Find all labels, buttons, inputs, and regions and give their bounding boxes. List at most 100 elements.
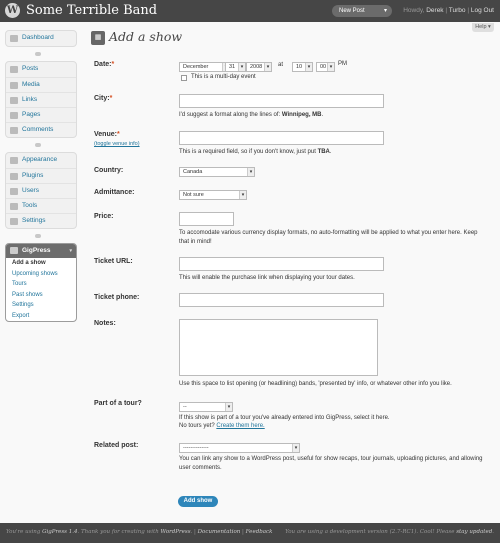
city-input[interactable] (179, 94, 384, 108)
admin-menu: Dashboard Posts Media Links Pages Commen… (5, 30, 77, 322)
divider: | (467, 7, 470, 14)
menu-item-media[interactable]: Media (6, 77, 76, 92)
plugins-icon (10, 173, 18, 180)
submenu-settings[interactable]: Settings (6, 300, 76, 311)
notes-help: Use this space to list opening (or headl… (179, 381, 452, 387)
menu-item-tools[interactable]: Tools (6, 198, 76, 213)
gigpress-icon (10, 247, 18, 254)
menu-item-label: GigPress (22, 247, 51, 254)
menu-item-label: Users (22, 187, 39, 194)
menu-separator (5, 52, 77, 56)
menu-item-label: Pages (22, 111, 41, 118)
chevron-down-icon: ▾ (327, 63, 334, 71)
menu-item-label: Comments (22, 126, 54, 133)
day-select[interactable]: 31 ▾ (225, 62, 246, 72)
notes-label: Notes: (94, 320, 116, 327)
menu-item-label: Dashboard (22, 34, 54, 41)
ticket-url-input[interactable] (179, 257, 384, 271)
menu-group-settings: Appearance Plugins Users Tools Settings (5, 152, 77, 229)
footer: You're using GigPress 1.4. Thank you for… (0, 523, 500, 543)
venue-input[interactable] (179, 131, 384, 145)
chevron-down-icon: ▾ (238, 63, 245, 71)
tour-label: Part of a tour? (94, 400, 142, 407)
appearance-icon (10, 157, 18, 164)
menu-item-settings[interactable]: Settings (6, 213, 76, 228)
menu-item-label: Plugins (22, 172, 44, 179)
stay-updated-link[interactable]: stay updated (456, 529, 492, 535)
submenu-add-show[interactable]: Add a show (6, 258, 76, 269)
admin-header: W Some Terrible Band New Post ▾ Howdy, D… (0, 0, 500, 22)
hour-select[interactable]: 10 ▾ (292, 62, 313, 72)
submenu-past-shows[interactable]: Past shows (6, 290, 76, 301)
comments-icon (10, 127, 18, 134)
feedback-link[interactable]: Feedback (246, 529, 273, 535)
admittance-select[interactable]: Not sure ▾ (179, 190, 247, 200)
menu-item-plugins[interactable]: Plugins (6, 168, 76, 183)
turbo-link[interactable]: Turbo (449, 7, 466, 14)
chevron-down-icon: ▾ (239, 191, 246, 199)
country-select[interactable]: Canada ▾ (179, 167, 255, 177)
submenu-tours[interactable]: Tours (6, 279, 76, 290)
chevron-down-icon: ▾ (292, 444, 299, 452)
site-title[interactable]: Some Terrible Band (26, 3, 157, 18)
menu-item-posts[interactable]: Posts (6, 62, 76, 77)
documentation-link[interactable]: Documentation (198, 529, 241, 535)
menu-item-users[interactable]: Users (6, 183, 76, 198)
menu-item-appearance[interactable]: Appearance (6, 153, 76, 168)
calendar-icon: ▦ (91, 31, 105, 45)
divider: | (445, 7, 448, 14)
related-post-help: You can link any show to a WordPress pos… (179, 456, 483, 471)
submenu-export[interactable]: Export (6, 311, 76, 322)
country-label: Country: (94, 167, 124, 174)
gigpress-link[interactable]: GigPress 1.4 (42, 529, 77, 535)
footer-thanks: You're using GigPress 1.4. Thank you for… (6, 529, 273, 535)
minute-select[interactable]: 00 ▾ (316, 62, 335, 72)
help-tab[interactable]: Help ▾ (472, 23, 494, 32)
tour-select[interactable]: -- ▾ (179, 402, 233, 412)
menu-item-comments[interactable]: Comments (6, 122, 76, 137)
menu-item-label: Posts (22, 65, 39, 72)
toggle-venue-info-link[interactable]: (toggle venue info) (94, 141, 140, 147)
menu-item-dashboard[interactable]: Dashboard (6, 31, 76, 46)
ticket-phone-label: Ticket phone: (94, 294, 140, 301)
chevron-down-icon: ▾ (264, 63, 271, 71)
tools-icon (10, 203, 18, 210)
ampm-label: PM (338, 61, 347, 67)
logout-link[interactable]: Log Out (471, 7, 494, 14)
wordpress-logo-icon: W (5, 3, 20, 18)
multiday-label: This is a multi-day event (191, 74, 256, 80)
chevron-down-icon[interactable]: ▾ (69, 244, 72, 258)
new-post-button[interactable]: New Post ▾ (332, 5, 392, 17)
chevron-down-icon[interactable]: ▾ (384, 5, 387, 17)
notes-textarea[interactable] (179, 319, 378, 376)
menu-group-gigpress: GigPress ▾ Add a show Upcoming shows Tou… (5, 243, 77, 322)
menu-item-label: Links (22, 96, 38, 103)
chevron-down-icon: ▾ (305, 63, 312, 71)
month-select[interactable]: December▾ (179, 62, 230, 72)
posts-icon (10, 66, 18, 73)
menu-item-label: Media (22, 81, 40, 88)
menu-item-links[interactable]: Links (6, 92, 76, 107)
menu-item-label: Appearance (22, 156, 58, 163)
menu-separator (5, 234, 77, 238)
menu-item-gigpress[interactable]: GigPress ▾ (6, 244, 76, 258)
pages-icon (10, 112, 18, 119)
menu-separator (5, 143, 77, 147)
submenu-upcoming-shows[interactable]: Upcoming shows (6, 269, 76, 280)
related-post-label: Related post: (94, 442, 139, 449)
at-label: at (278, 62, 284, 68)
add-show-button[interactable]: Add show (178, 496, 218, 507)
menu-group-content: Posts Media Links Pages Comments (5, 61, 77, 138)
chevron-down-icon: ▾ (225, 403, 232, 411)
menu-item-pages[interactable]: Pages (6, 107, 76, 122)
city-label: City:* (94, 95, 113, 102)
create-tours-link[interactable]: Create them here. (216, 423, 264, 429)
multiday-checkbox[interactable] (181, 75, 187, 81)
ticket-phone-input[interactable] (179, 293, 384, 307)
footer-version: You are using a development version (2.7… (285, 529, 494, 535)
wordpress-link[interactable]: WordPress (161, 529, 191, 535)
price-input[interactable] (179, 212, 234, 226)
year-select[interactable]: 2008 ▾ (246, 62, 272, 72)
related-post-select[interactable]: -------------- ▾ (179, 443, 300, 453)
user-link[interactable]: Derek (426, 7, 443, 14)
